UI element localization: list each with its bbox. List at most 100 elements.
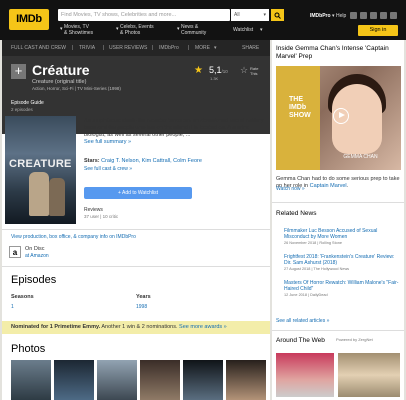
page-title: Créature <box>32 62 90 78</box>
chevron-down-icon: ▾ <box>177 26 180 32</box>
subnav-full-cast[interactable]: FULL CAST AND CREW <box>11 40 66 56</box>
awards-bar: Nominated for 1 Primetime Emmy. Another … <box>2 321 270 334</box>
photo-thumbnail[interactable] <box>183 360 223 400</box>
search-category-select[interactable]: All ▾ <box>231 9 269 21</box>
add-to-watchlist-ribbon[interactable]: + <box>11 64 26 79</box>
photo-thumbnail[interactable] <box>140 360 180 400</box>
nav-celebs-line2: & Photos <box>120 30 141 36</box>
imdb-show-logo: THE IMDb SHOW <box>289 96 311 119</box>
see-all-articles-link[interactable]: See all related articles » <box>276 318 329 324</box>
imdbpro-label: IMDbPro <box>310 13 331 19</box>
around-web-thumbnail[interactable] <box>338 353 400 397</box>
amazon-icon[interactable]: a <box>9 246 21 258</box>
chevron-down-icon: ▾ <box>214 45 217 51</box>
star-icon: ★ <box>194 65 203 76</box>
imdbpro-link[interactable]: IMDbPro ▾ <box>310 13 334 19</box>
help-link[interactable]: Help <box>336 13 346 19</box>
promo-title[interactable]: Inside Gemma Chan's Intense 'Captain Mar… <box>276 45 400 61</box>
around-the-web-heading: Around The Web <box>276 337 325 344</box>
subnav-imdbpro[interactable]: IMDbPro <box>159 40 179 56</box>
video-caption: GEMMA CHAN <box>343 154 378 160</box>
photo-thumbnail[interactable] <box>226 360 266 400</box>
news-item: Filmmaker Luc Besson Accused of Sexual M… <box>284 228 400 246</box>
episode-count: 2 episodes <box>11 107 33 112</box>
watch-now-link[interactable]: Watch now » <box>276 186 305 192</box>
youtube-icon[interactable] <box>390 12 397 19</box>
rate-this-button[interactable]: Rate This <box>250 66 264 76</box>
years-label: Years <box>136 294 151 300</box>
subnav-trivia[interactable]: TRIVIA <box>79 40 95 56</box>
see-more-awards-link[interactable]: See more awards » <box>178 324 227 330</box>
search-category-label: All <box>234 12 240 18</box>
year-link[interactable]: 1998 <box>136 304 147 310</box>
awards-nominated: Nominated for 1 Primetime Emmy. <box>11 324 101 330</box>
poster-figure <box>49 178 65 216</box>
facebook-icon[interactable] <box>350 12 357 19</box>
promo-video[interactable]: THE IMDb SHOW GEMMA CHAN <box>276 66 401 170</box>
view-production-link[interactable]: View production, box office, & company i… <box>11 234 136 240</box>
related-news-heading: Related News <box>276 210 317 217</box>
poster-title: CREATURE <box>9 158 72 170</box>
original-title: Creature (original title) <box>32 79 87 85</box>
powered-by-zergnet[interactable]: Powered by ZergNet <box>336 337 373 342</box>
rating-number: 5,1 <box>209 65 222 75</box>
nav-celebs[interactable]: Celebs, Events & Photos <box>120 24 154 36</box>
see-full-summary-link[interactable]: See full summary » <box>84 139 264 146</box>
nav-community[interactable]: News & Community <box>181 24 206 36</box>
twitter-icon[interactable] <box>380 12 387 19</box>
nav-movies-line2: & Showtimes <box>64 30 94 36</box>
stars-line: Stars: Craig T. Nelson, Kim Cattrall, Co… <box>84 158 202 164</box>
chevron-down-icon: ▾ <box>116 26 119 32</box>
title-subnav: FULL CAST AND CREW | TRIVIA | USER REVIE… <box>2 40 270 56</box>
stars-links[interactable]: Craig T. Nelson, Kim Cattrall, Colm Feor… <box>101 158 202 164</box>
around-web-thumbnail[interactable] <box>276 353 334 397</box>
photo-thumbnail[interactable] <box>11 360 51 400</box>
full-cast-link[interactable]: See full cast & crew » <box>84 166 132 172</box>
season-link[interactable]: 1 <box>11 304 14 310</box>
subnav-divider: | <box>103 45 105 51</box>
episodes-heading: Episodes <box>11 274 57 286</box>
news-title[interactable]: Filmmaker Luc Besson Accused of Sexual M… <box>284 228 400 240</box>
instagram-icon[interactable] <box>360 12 367 19</box>
seasons-label: Seasons <box>11 294 34 300</box>
rating-count: 1.3K <box>210 76 219 81</box>
watchlist-link[interactable]: Watchlist <box>233 27 253 33</box>
subnav-divider: | <box>152 45 154 51</box>
news-item: Frightfest 2018: 'Frankenstein's Creatur… <box>284 254 400 272</box>
divider <box>272 202 404 203</box>
chevron-down-icon: ▾ <box>263 12 266 18</box>
rating-scale: /10 <box>221 69 228 74</box>
promo-desc-link[interactable]: Captain Marvel <box>310 183 347 189</box>
divider <box>272 330 404 331</box>
subnav-divider: | <box>188 45 190 51</box>
add-to-watchlist-button[interactable]: + Add to Watchlist <box>84 187 192 199</box>
rate-star-icon[interactable]: ☆ <box>240 65 248 76</box>
photo-thumbnail[interactable] <box>54 360 94 400</box>
play-icon[interactable] <box>333 108 349 124</box>
search-icon <box>274 12 281 19</box>
share-button[interactable]: SHARE <box>242 40 259 56</box>
imdb-logo[interactable]: IMDb <box>9 9 49 30</box>
news-item: Masters Of Horror Rewatch: William Malon… <box>284 280 400 298</box>
search-button[interactable] <box>271 9 284 21</box>
episode-guide-link[interactable]: Episode Guide <box>11 100 44 106</box>
at-amazon-link[interactable]: at Amazon <box>25 253 49 259</box>
stars-label: Stars: <box>84 158 100 164</box>
nav-movies[interactable]: Movies, TV & Showtimes <box>64 24 93 36</box>
sign-in-button[interactable]: Sign in <box>358 25 398 36</box>
reviews-counts[interactable]: 37 user | 10 critic <box>84 214 118 219</box>
subnav-more[interactable]: MORE <box>195 40 210 56</box>
chevron-down-icon: ▾ <box>60 26 63 32</box>
news-title[interactable]: Frightfest 2018: 'Frankenstein's Creatur… <box>284 254 400 266</box>
news-meta: 26 November 2018 | Rolling Stone <box>284 241 342 245</box>
search-input[interactable]: Find Movies, TV shows, Celebrities and m… <box>58 9 230 21</box>
twitch-icon[interactable] <box>370 12 377 19</box>
promo-desc-suffix: . <box>346 183 349 189</box>
poster-image[interactable]: CREATURE <box>5 116 76 224</box>
subnav-user-reviews[interactable]: USER REVIEWS <box>109 40 147 56</box>
news-title[interactable]: Masters Of Horror Rewatch: William Malon… <box>284 280 400 292</box>
photo-thumbnail[interactable] <box>97 360 137 400</box>
rating-value: 5,1/10 <box>209 65 228 75</box>
divider <box>2 266 270 267</box>
plot-text: An amphibious shark-like monster terrori… <box>84 118 264 138</box>
